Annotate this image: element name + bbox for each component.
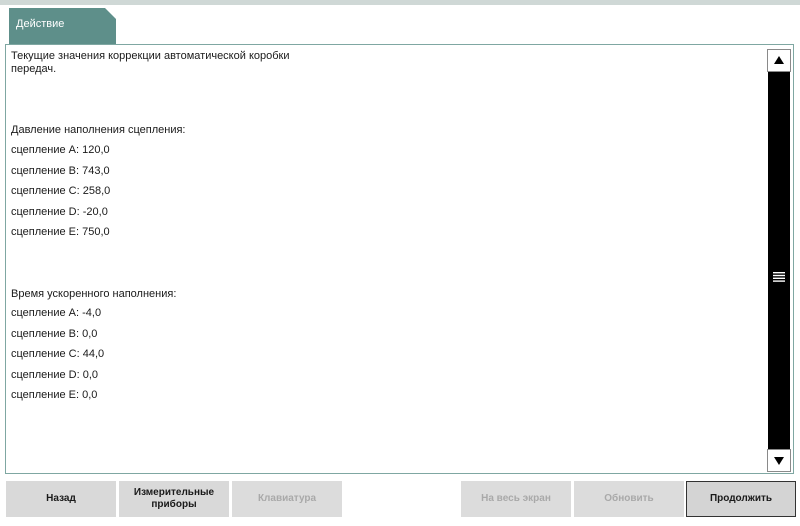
top-border xyxy=(0,0,800,5)
content-panel xyxy=(5,44,794,474)
triangle-up-icon xyxy=(774,56,784,64)
back-button[interactable]: Назад xyxy=(6,481,116,517)
pressure-item: сцепление A: 120,0 xyxy=(11,144,110,156)
pressure-item: сцепление D: -20,0 xyxy=(11,206,108,218)
fast-fill-item: сцепление C: 44,0 xyxy=(11,348,105,360)
fast-fill-item: сцепление B: 0,0 xyxy=(11,328,98,340)
pressure-heading: Давление наполнения сцепления: xyxy=(11,124,186,136)
refresh-button[interactable]: Обновить xyxy=(574,481,684,517)
intro-text: Текущие значения коррекции автоматическо… xyxy=(11,50,290,75)
continue-button[interactable]: Продолжить xyxy=(686,481,796,517)
fast-fill-item: сцепление D: 0,0 xyxy=(11,369,99,381)
fast-fill-heading: Время ускоренного наполнения: xyxy=(11,288,177,300)
keyboard-button[interactable]: Клавиатура xyxy=(232,481,342,517)
scrollbar-thumb[interactable] xyxy=(768,72,790,449)
fast-fill-item: сцепление E: 0,0 xyxy=(11,389,98,401)
vertical-scrollbar[interactable] xyxy=(767,49,791,472)
fast-fill-item: сцепление A: -4,0 xyxy=(11,307,102,319)
pressure-item: сцепление C: 258,0 xyxy=(11,185,111,197)
scroll-up-button[interactable] xyxy=(767,49,791,72)
scroll-down-button[interactable] xyxy=(767,449,791,472)
fullscreen-button[interactable]: На весь экран xyxy=(461,481,571,517)
tab-action[interactable]: Действие xyxy=(9,8,116,45)
triangle-down-icon xyxy=(774,457,784,465)
instruments-button[interactable]: Измерительные приборы xyxy=(119,481,229,517)
pressure-item: сцепление E: 750,0 xyxy=(11,226,110,238)
grip-lines-icon xyxy=(773,272,785,282)
pressure-item: сцепление B: 743,0 xyxy=(11,165,110,177)
bottom-toolbar: Назад Измерительные приборы Клавиатура Н… xyxy=(0,476,800,526)
tab-label: Действие xyxy=(16,18,65,30)
